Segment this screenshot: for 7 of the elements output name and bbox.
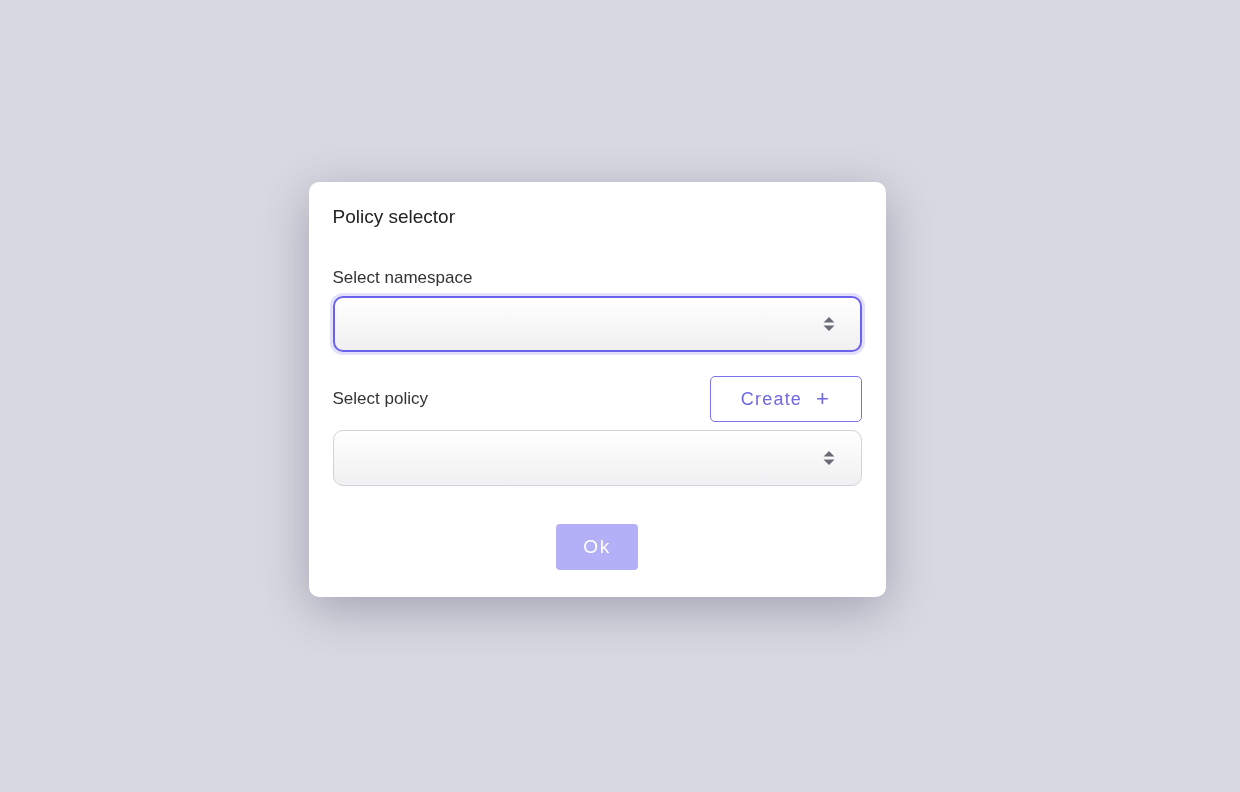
field-label: Select policy xyxy=(332,389,428,409)
dialog-title: Policy selector xyxy=(332,206,456,228)
sort-arrows-icon xyxy=(822,450,835,466)
select-field[interactable] xyxy=(332,296,862,352)
create-button[interactable]: Create + xyxy=(709,376,862,422)
field-label: Select namespace xyxy=(332,268,473,288)
sort-arrows-icon xyxy=(822,316,835,332)
